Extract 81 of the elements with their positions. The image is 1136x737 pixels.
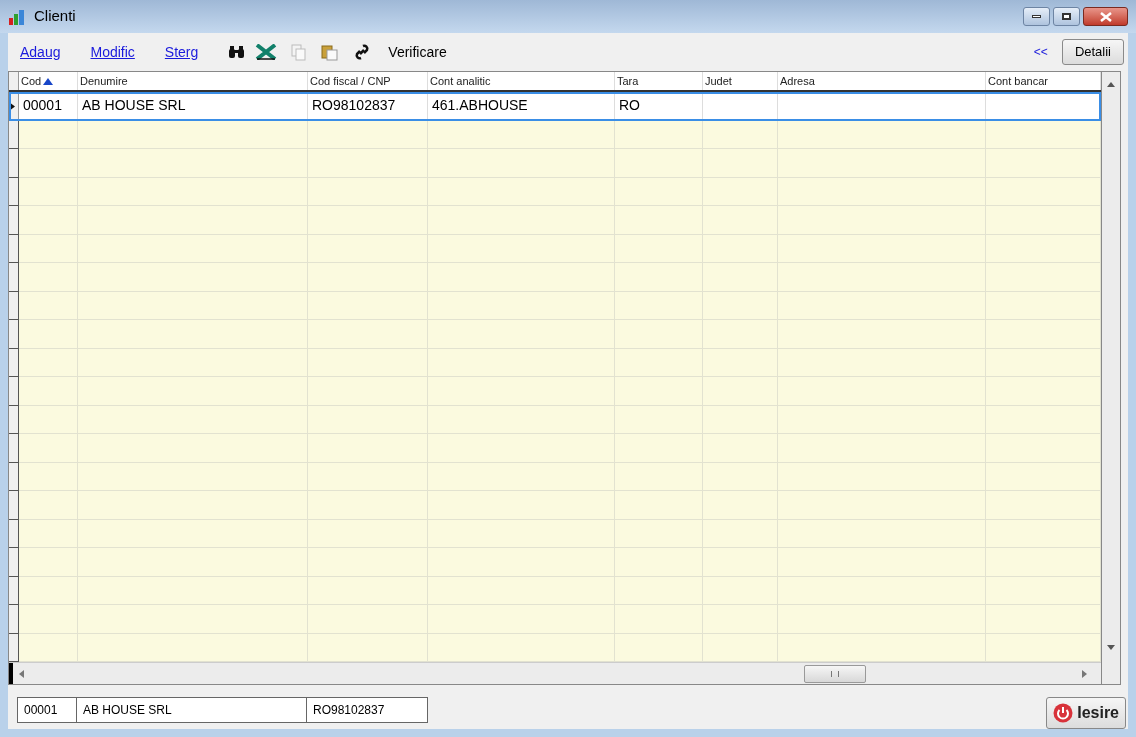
table-cell xyxy=(19,405,78,434)
row-header[interactable] xyxy=(9,206,19,235)
table-cell: RO xyxy=(615,92,703,121)
column-header[interactable]: Denumire xyxy=(78,72,308,90)
row-header[interactable] xyxy=(9,633,19,662)
table-cell xyxy=(19,605,78,634)
row-header[interactable] xyxy=(9,120,19,149)
table-cell xyxy=(19,234,78,263)
column-header[interactable]: Cod xyxy=(19,72,78,90)
row-header[interactable] xyxy=(9,462,19,491)
row-header[interactable] xyxy=(9,491,19,520)
column-header[interactable]: Cod fiscal / CNP xyxy=(308,72,428,90)
window-title: Clienti xyxy=(34,6,76,27)
table-cell xyxy=(19,519,78,548)
row-header[interactable] xyxy=(9,291,19,320)
row-header[interactable] xyxy=(9,263,19,292)
table-cell xyxy=(19,491,78,520)
row-pointer-icon xyxy=(9,101,15,111)
table-cell xyxy=(19,462,78,491)
toolbar-link[interactable]: Adaug xyxy=(20,41,61,63)
table-cell xyxy=(19,291,78,320)
row-header[interactable] xyxy=(9,149,19,178)
table-cell xyxy=(19,576,78,605)
collapse-button[interactable]: << xyxy=(1033,43,1048,61)
scroll-left-icon[interactable] xyxy=(19,669,24,678)
column-header[interactable]: Cont bancar xyxy=(986,72,1101,90)
table-cell xyxy=(19,149,78,178)
minimize-button[interactable] xyxy=(1023,7,1050,26)
table-cell xyxy=(19,177,78,206)
column-header[interactable]: Adresa xyxy=(778,72,986,90)
row-header[interactable] xyxy=(9,434,19,463)
scrollbar-thumb[interactable] xyxy=(804,664,866,683)
binoculars-icon[interactable] xyxy=(228,45,246,59)
table-cell: 00001 xyxy=(19,92,78,121)
row-header[interactable] xyxy=(9,405,19,434)
scroll-up-icon[interactable] xyxy=(1107,82,1115,87)
column-header[interactable]: Judet xyxy=(703,72,778,90)
link-icon[interactable] xyxy=(354,43,371,61)
row-header[interactable] xyxy=(9,519,19,548)
summary-field: RO98102837 xyxy=(313,701,385,719)
scroll-right-icon[interactable] xyxy=(1082,669,1087,678)
table-cell xyxy=(19,348,78,377)
table-cell: AB HOUSE SRL xyxy=(78,92,308,121)
toolbar-link[interactable]: Sterg xyxy=(164,41,199,63)
row-header[interactable] xyxy=(9,348,19,377)
row-header[interactable] xyxy=(9,92,19,121)
details-button[interactable]: Detalii xyxy=(1061,39,1124,65)
chart-icon xyxy=(8,7,26,26)
row-header[interactable] xyxy=(9,377,19,406)
scroll-down-icon[interactable] xyxy=(1107,645,1115,650)
row-header[interactable] xyxy=(9,605,19,634)
table-cell xyxy=(19,206,78,235)
table-row[interactable]: 00001 AB HOUSE SRL RO98102837 461.ABHOUSE RO xyxy=(9,92,1101,121)
row-header[interactable] xyxy=(9,576,19,605)
table-cell xyxy=(19,263,78,292)
column-header[interactable]: Cont analitic xyxy=(428,72,615,90)
summary-field: 00001 xyxy=(24,701,58,719)
table-cell: 461.ABHOUSE xyxy=(428,92,615,121)
table-cell xyxy=(19,120,78,149)
table-cell xyxy=(19,548,78,577)
close-button[interactable] xyxy=(1083,7,1128,26)
row-header[interactable] xyxy=(9,177,19,206)
horizontal-scrollbar[interactable] xyxy=(9,662,1101,684)
row-header[interactable] xyxy=(9,548,19,577)
vertical-scrollbar[interactable] xyxy=(1102,71,1121,685)
table-cell xyxy=(19,320,78,349)
paste-icon[interactable] xyxy=(321,43,339,61)
toolbar-link[interactable]: Modific xyxy=(90,41,135,63)
table-cell xyxy=(19,434,78,463)
verify-button[interactable]: Verificare xyxy=(388,41,447,63)
close-icon xyxy=(1099,11,1112,22)
spreadsheet-icon[interactable] xyxy=(255,44,278,60)
column-header[interactable]: Tara xyxy=(615,72,703,90)
row-header[interactable] xyxy=(9,320,19,349)
power-icon xyxy=(1053,703,1074,723)
exit-button[interactable]: Iesire xyxy=(1046,697,1126,729)
row-header[interactable] xyxy=(9,234,19,263)
maximize-button[interactable] xyxy=(1053,7,1080,26)
summary-field: AB HOUSE SRL xyxy=(83,701,172,719)
table-cell: RO98102837 xyxy=(308,92,428,121)
table-cell xyxy=(19,377,78,406)
